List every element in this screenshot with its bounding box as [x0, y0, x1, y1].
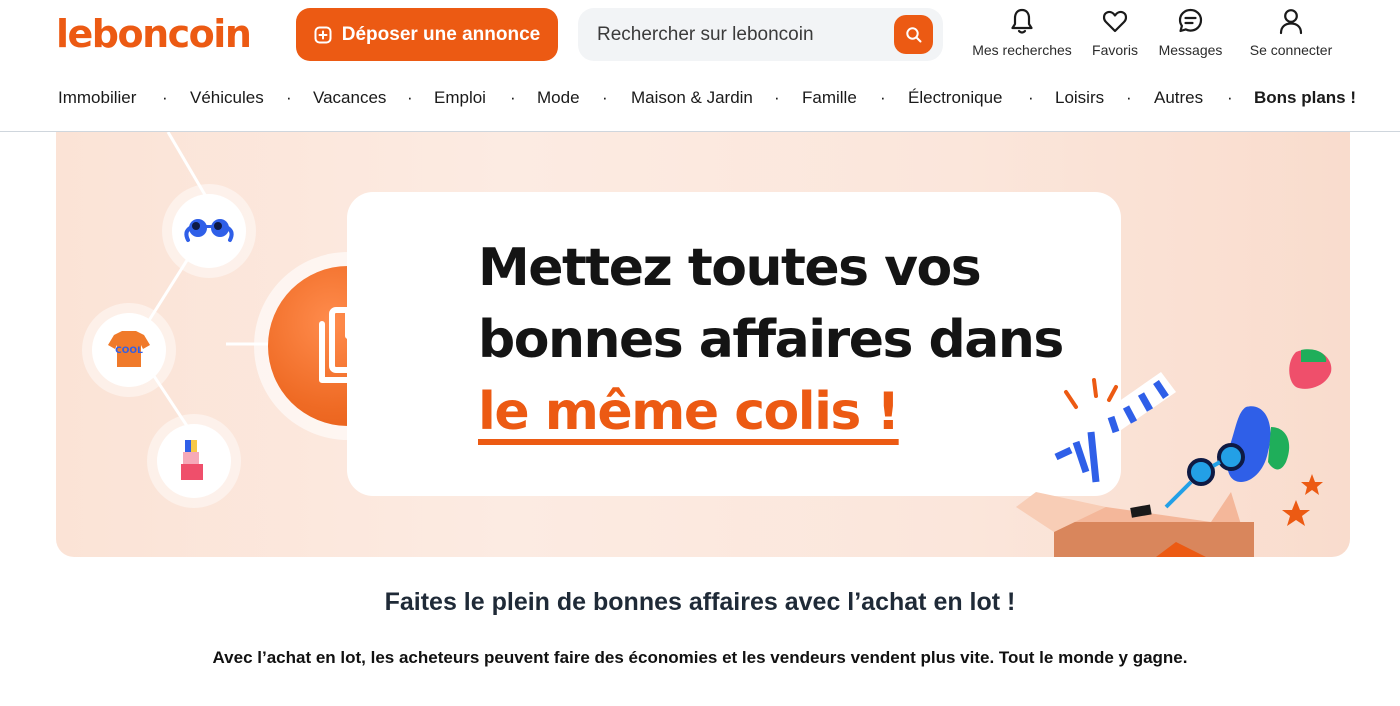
- sunglasses-circle: [172, 194, 246, 268]
- category-separator: ·: [510, 88, 516, 107]
- search-input[interactable]: [578, 23, 878, 46]
- category-separator: ·: [602, 88, 608, 107]
- category-separator: ·: [774, 88, 780, 107]
- headline-line-3: le même colis !: [478, 382, 900, 442]
- category-separator: ·: [1028, 88, 1034, 107]
- my-searches-label: Mes recherches: [972, 42, 1072, 58]
- category-loisirs[interactable]: Loisirs: [1055, 88, 1104, 108]
- favorites-button[interactable]: Favoris: [1092, 6, 1138, 58]
- tshirt-text: COOL: [115, 346, 143, 356]
- category-famille[interactable]: Famille: [802, 88, 857, 108]
- search-button[interactable]: [894, 15, 933, 54]
- heart-icon: [1102, 10, 1128, 33]
- favorites-label: Favoris: [1092, 42, 1138, 58]
- promo-banner[interactable]: COOL Mettez toutes vos bonnes affaires d…: [56, 132, 1350, 557]
- leboncoin-logo[interactable]: leboncoin: [56, 12, 252, 56]
- category-emploi[interactable]: Emploi: [434, 88, 486, 108]
- search-bar: [578, 8, 943, 61]
- category-mode[interactable]: Mode: [537, 88, 580, 108]
- site-header: leboncoin Déposer une annonce Mes recher…: [0, 0, 1400, 132]
- category-separator: ·: [1227, 88, 1233, 107]
- bell-icon: [1011, 8, 1033, 34]
- chat-icon: [1178, 8, 1203, 33]
- post-ad-label: Déposer une annonce: [341, 23, 541, 45]
- search-icon: [905, 26, 921, 42]
- sunglasses-icon: [184, 219, 234, 242]
- category-autres[interactable]: Autres: [1154, 88, 1203, 108]
- blocks-circle: [157, 424, 231, 498]
- section-title: Faites le plein de bonnes affaires avec …: [384, 588, 1016, 616]
- parcel-illustration: [1016, 349, 1332, 557]
- category-vehicules[interactable]: Véhicules: [190, 88, 264, 108]
- messages-button[interactable]: Messages: [1158, 6, 1223, 58]
- headline-line-1: Mettez toutes vos: [478, 238, 982, 298]
- messages-label: Messages: [1158, 42, 1223, 58]
- toy-blocks-icon: [181, 440, 203, 480]
- category-electronique[interactable]: Électronique: [908, 88, 1003, 108]
- category-vacances[interactable]: Vacances: [313, 88, 386, 108]
- user-icon: [1279, 9, 1303, 35]
- category-bons-plans[interactable]: Bons plans !: [1254, 88, 1356, 108]
- category-separator: ·: [286, 88, 292, 107]
- section-text: Avec l’achat en lot, les acheteurs peuve…: [212, 648, 1188, 667]
- plus-square-icon: [314, 26, 332, 43]
- category-nav: Immobilier · Véhicules · Vacances · Empl…: [0, 88, 1400, 112]
- post-ad-button[interactable]: Déposer une annonce: [296, 8, 558, 61]
- my-searches-button[interactable]: Mes recherches: [972, 6, 1072, 58]
- category-separator: ·: [1126, 88, 1132, 107]
- tshirt-circle: COOL: [92, 313, 166, 387]
- category-immobilier[interactable]: Immobilier: [58, 88, 136, 108]
- category-maison-jardin[interactable]: Maison & Jardin: [631, 88, 753, 108]
- login-button[interactable]: Se connecter: [1249, 6, 1333, 58]
- category-separator: ·: [407, 88, 413, 107]
- tshirt-icon: COOL: [108, 331, 150, 367]
- category-separator: ·: [880, 88, 886, 107]
- category-separator: ·: [162, 88, 168, 107]
- login-label: Se connecter: [1249, 42, 1333, 58]
